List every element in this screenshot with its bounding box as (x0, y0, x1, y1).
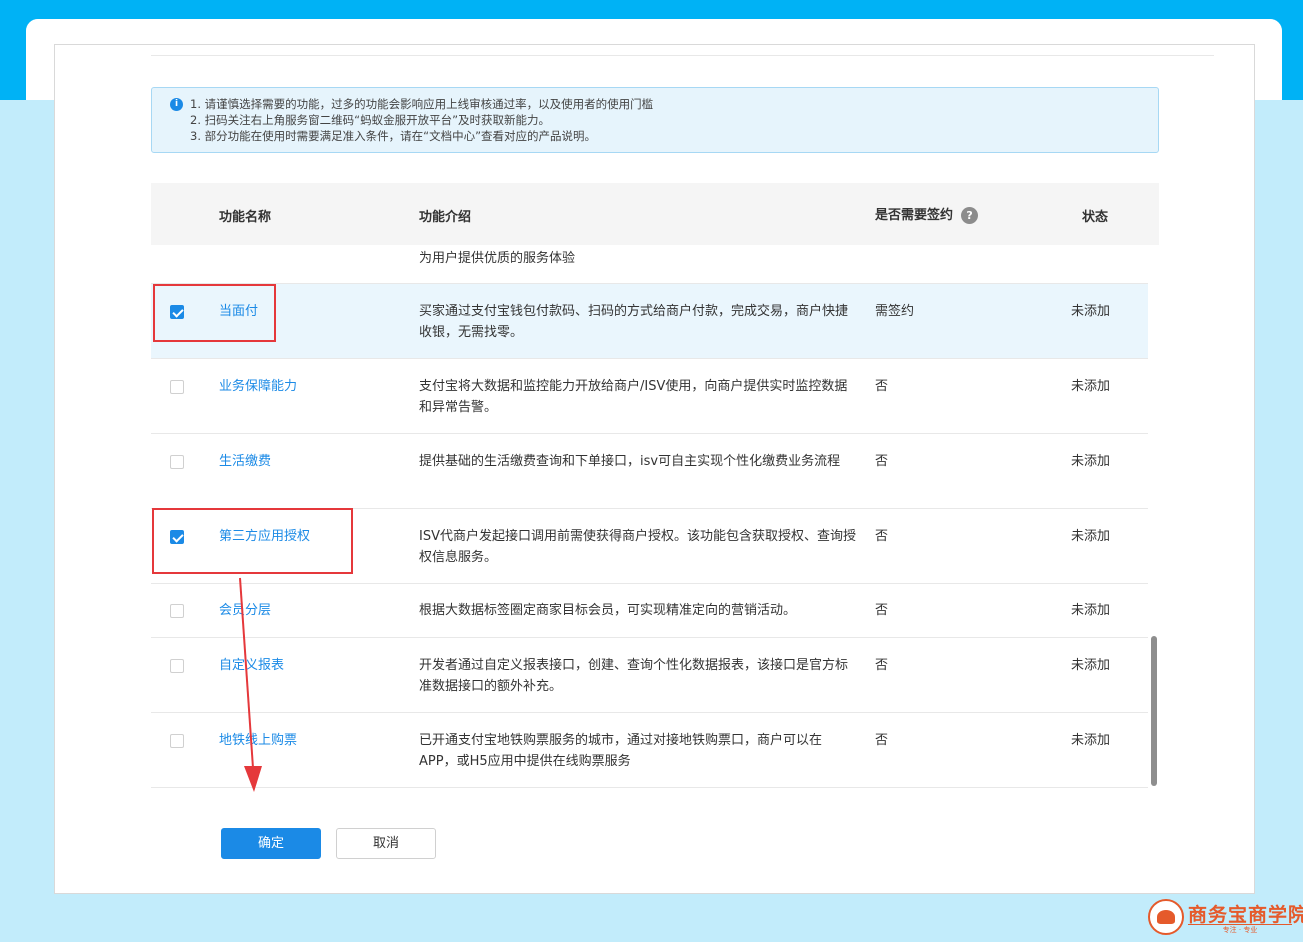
confirm-button[interactable]: 确定 (221, 828, 321, 859)
row-desc: 买家通过支付宝钱包付款码、扫码的方式给商户付款，完成交易，商户快捷收银，无需找零… (419, 304, 849, 340)
row-sign: 否 (875, 529, 889, 544)
row-desc: 支付宝将大数据和监控能力开放给商户/ISV使用，向商户提供实时监控数据和异常告警… (419, 379, 848, 415)
row-status: 未添加 (1071, 603, 1111, 618)
table-row: 业务保障能力 支付宝将大数据和监控能力开放给商户/ISV使用，向商户提供实时监控… (151, 359, 1148, 434)
row-checkbox[interactable] (170, 659, 184, 673)
annotation-highlight-box (152, 508, 353, 574)
row-status: 未添加 (1071, 454, 1111, 469)
row-status: 未添加 (1071, 658, 1111, 673)
scrollbar-thumb[interactable] (1151, 636, 1157, 786)
notice-box: i 1. 请谨慎选择需要的功能，过多的功能会影响应用上线审核通过率，以及使用者的… (151, 87, 1159, 153)
header-desc: 功能介绍 (419, 210, 472, 225)
feature-table: 功能名称 功能介绍 是否需要签约? 状态 为用户提供优质的服务体验 当面付 买家… (151, 183, 1159, 788)
row-name-link[interactable]: 地铁线上购票 (219, 730, 297, 751)
row-sign: 否 (875, 658, 889, 673)
notice-line-3: 3. 部分功能在使用时需要满足准入条件，请在“文档中心”查看对应的产品说明。 (190, 129, 597, 143)
logo-emblem-icon (1148, 899, 1184, 935)
row-name-link[interactable]: 业务保障能力 (219, 376, 297, 397)
row-sign: 否 (875, 603, 889, 618)
notice-line-1: 1. 请谨慎选择需要的功能，过多的功能会影响应用上线审核通过率，以及使用者的使用… (190, 97, 654, 111)
table-row: 自定义报表 开发者通过自定义报表接口，创建、查询个性化数据报表，该接口是官方标准… (151, 638, 1148, 713)
notice-line-2: 2. 扫码关注右上角服务窗二维码“蚂蚁金服开放平台”及时获取新能力。 (190, 113, 551, 127)
row-sign: 否 (875, 379, 889, 394)
row-status: 未添加 (1071, 304, 1111, 319)
table-row-partial: 为用户提供优质的服务体验 (151, 245, 1148, 284)
row-sign: 需签约 (875, 304, 915, 319)
row-name-link[interactable]: 生活缴费 (219, 451, 271, 472)
header-status: 状态 (1082, 210, 1109, 225)
row-sign: 否 (875, 454, 889, 469)
row-sign: 否 (875, 733, 889, 748)
table-header: 功能名称 功能介绍 是否需要签约? 状态 (151, 183, 1159, 245)
header-sign: 是否需要签约? (875, 204, 979, 224)
row-status: 未添加 (1071, 379, 1111, 394)
row-desc: 根据大数据标签圈定商家目标会员，可实现精准定向的营销活动。 (419, 603, 797, 618)
row-desc: 开发者通过自定义报表接口，创建、查询个性化数据报表，该接口是官方标准数据接口的额… (419, 658, 849, 694)
logo-subtext: 专注 · 专业 (1188, 924, 1292, 935)
help-icon[interactable]: ? (961, 207, 979, 224)
row-checkbox[interactable] (170, 380, 184, 394)
row-desc: 提供基础的生活缴费查询和下单接口，isv可自主实现个性化缴费业务流程 (419, 454, 841, 469)
table-row: 会员分层 根据大数据标签圈定商家目标会员，可实现精准定向的营销活动。 否 未添加 (151, 584, 1148, 638)
table-row: 地铁线上购票 已开通支付宝地铁购票服务的城市，通过对接地铁购票口，商户可以在AP… (151, 713, 1148, 788)
row-name-link[interactable]: 自定义报表 (219, 655, 284, 676)
table-row: 生活缴费 提供基础的生活缴费查询和下单接口，isv可自主实现个性化缴费业务流程 … (151, 434, 1148, 509)
row-status: 未添加 (1071, 529, 1111, 544)
row-checkbox[interactable] (170, 604, 184, 618)
cancel-button[interactable]: 取消 (336, 828, 436, 859)
panel-divider (151, 55, 1214, 56)
feature-select-panel: i 1. 请谨慎选择需要的功能，过多的功能会影响应用上线审核通过率，以及使用者的… (54, 44, 1255, 894)
logo-text: 商务宝商学院 (1188, 904, 1303, 926)
row-desc: 已开通支付宝地铁购票服务的城市，通过对接地铁购票口，商户可以在APP，或H5应用… (419, 733, 823, 769)
header-sign-label: 是否需要签约 (875, 208, 954, 223)
table-row: 当面付 买家通过支付宝钱包付款码、扫码的方式给商户付款，完成交易，商户快捷收银，… (151, 284, 1148, 359)
row-status: 未添加 (1071, 733, 1111, 748)
row-checkbox[interactable] (170, 734, 184, 748)
row-name-link[interactable]: 会员分层 (219, 600, 271, 621)
header-name: 功能名称 (219, 210, 272, 225)
row-desc: 为用户提供优质的服务体验 (419, 251, 576, 266)
row-checkbox[interactable] (170, 455, 184, 469)
watermark-logo: 商务宝商学院 专注 · 专业 (1146, 897, 1303, 939)
info-icon: i (170, 98, 183, 111)
row-desc: ISV代商户发起接口调用前需使获得商户授权。该功能包含获取授权、查询授权信息服务… (419, 529, 856, 565)
annotation-highlight-box (153, 284, 276, 342)
